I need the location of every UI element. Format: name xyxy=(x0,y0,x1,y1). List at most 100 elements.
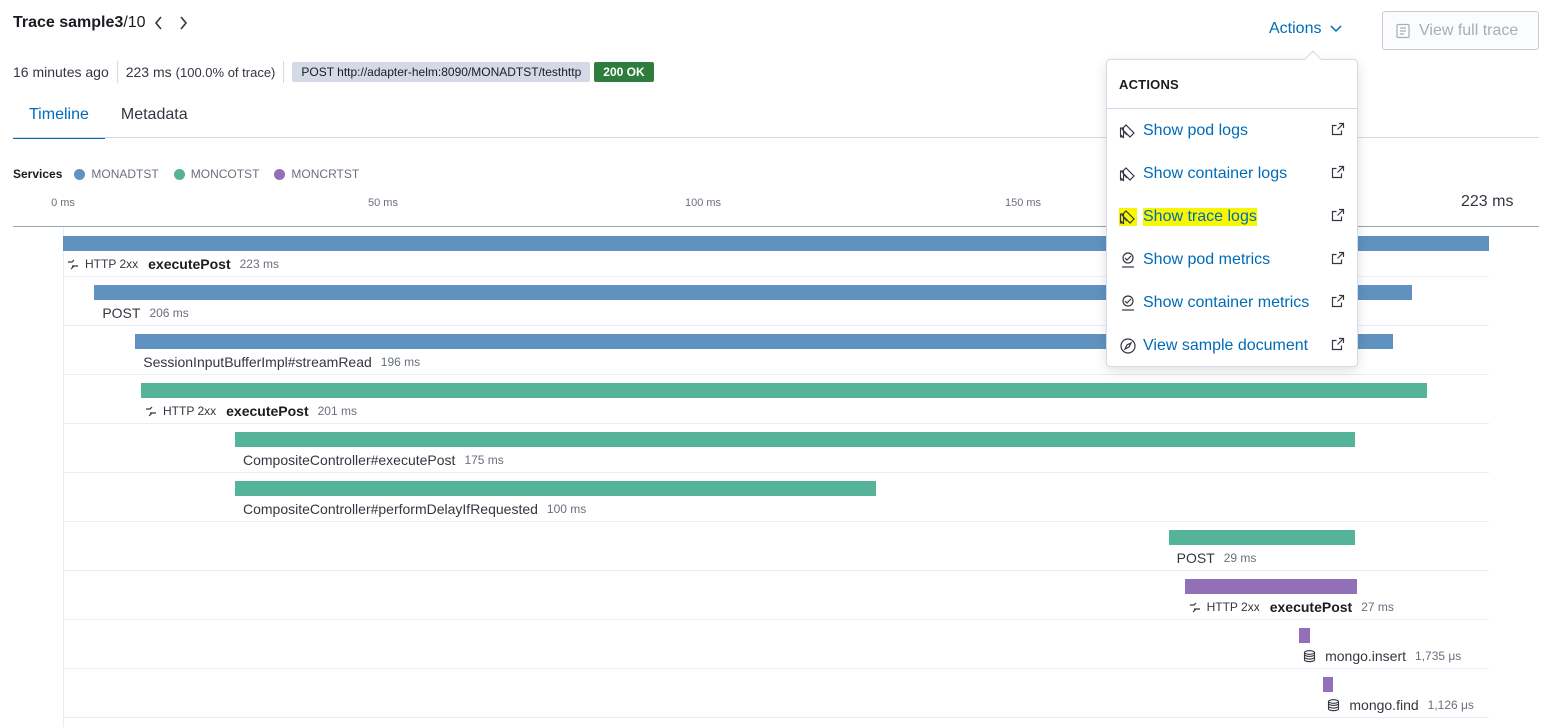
span-row[interactable]: mongo.find 1,126 μs xyxy=(63,669,1489,718)
external-link-icon xyxy=(1331,165,1345,184)
span-duration: 206 ms xyxy=(149,306,189,320)
span-name: CompositeController#performDelayIfReques… xyxy=(243,501,538,517)
span-bar[interactable] xyxy=(1184,579,1357,594)
span-duration: 1,735 μs xyxy=(1415,649,1462,663)
tab-bar: Timeline Metadata xyxy=(13,100,204,139)
database-icon xyxy=(1327,698,1340,712)
span-duration: 196 ms xyxy=(380,355,421,369)
span-name: CompositeController#executePost xyxy=(243,452,456,468)
http-status: HTTP 2xx xyxy=(163,404,217,418)
http-status: HTTP 2xx xyxy=(1206,600,1260,614)
url-badge: POST http://adapter-helm:8090/MONADTST/t… xyxy=(292,62,591,82)
trace-sample-title: Trace sample 3 /10 xyxy=(13,12,194,34)
span-duration: 1,126 μs xyxy=(1427,698,1474,712)
legend-dot xyxy=(173,168,185,180)
legend-item-moncotst: MONCOTST xyxy=(173,167,260,181)
external-link-icon xyxy=(1331,294,1345,313)
chevron-down-icon xyxy=(1330,25,1342,33)
span-bar[interactable] xyxy=(1168,530,1355,545)
chevron-left-icon xyxy=(154,16,162,30)
external-link-icon xyxy=(1331,122,1345,141)
span-bar[interactable] xyxy=(1323,677,1334,692)
menu-item-show-pod-metrics[interactable]: Show pod metrics xyxy=(1119,245,1347,275)
chevron-right-icon xyxy=(179,16,187,30)
next-sample-button[interactable] xyxy=(172,12,194,34)
exit-icon xyxy=(145,405,157,417)
metrics-icon xyxy=(1119,294,1137,312)
span-label: POST 206 ms xyxy=(102,305,188,321)
external-link-icon xyxy=(1331,337,1345,356)
legend-service-name: MONCRTST xyxy=(291,167,360,181)
external-link-icon xyxy=(1331,251,1345,270)
axis-max-label: 223 ms xyxy=(1461,193,1514,210)
menu-item-show-trace-logs[interactable]: Show trace logs xyxy=(1119,202,1347,232)
metrics-icon xyxy=(1119,251,1137,269)
view-full-trace-button[interactable]: View full trace xyxy=(1382,11,1539,50)
trace-duration: 223 ms xyxy=(125,64,172,80)
actions-menu-title: ACTIONS xyxy=(1107,60,1357,109)
legend-item-monadtst: MONADTST xyxy=(74,167,159,181)
menu-item-label: View sample document xyxy=(1143,337,1309,354)
span-label: CompositeController#executePost 175 ms xyxy=(243,452,504,468)
menu-item-label: Show container metrics xyxy=(1143,294,1310,311)
logs-icon xyxy=(1119,165,1137,183)
menu-item-label: Show pod logs xyxy=(1143,122,1248,139)
span-label: mongo.find 1,126 μs xyxy=(1325,697,1474,713)
span-duration: 223 ms xyxy=(239,257,279,271)
span-bar[interactable] xyxy=(141,383,1427,398)
menu-item-show-pod-logs[interactable]: Show pod logs xyxy=(1119,116,1347,146)
legend-item-moncrtst: MONCRTST xyxy=(274,167,359,181)
span-bar[interactable] xyxy=(235,481,876,496)
span-row[interactable]: CompositeController#executePost 175 ms xyxy=(63,424,1489,473)
span-name: SessionInputBufferImpl#streamRead xyxy=(143,354,372,370)
database-icon xyxy=(1303,649,1316,663)
span-name: POST xyxy=(1176,550,1215,566)
divider xyxy=(283,61,285,83)
actions-label: Actions xyxy=(1269,20,1322,37)
axis-tick: 150 ms xyxy=(1004,197,1042,209)
span-row[interactable]: mongo.insert 1,735 μs xyxy=(63,620,1489,669)
tab-metadata[interactable]: Metadata xyxy=(105,100,204,139)
exit-icon xyxy=(67,258,79,270)
actions-button[interactable]: Actions xyxy=(1269,20,1342,38)
title-prefix: Trace sample xyxy=(13,14,115,31)
exit-icon xyxy=(1189,601,1201,613)
span-label: CompositeController#performDelayIfReques… xyxy=(243,501,586,517)
span-row[interactable]: HTTP 2xx executePost 27 ms xyxy=(63,571,1489,620)
span-duration: 27 ms xyxy=(1361,600,1394,614)
span-name: executePost xyxy=(1269,599,1353,615)
document-icon xyxy=(1396,23,1410,38)
menu-item-view-sample-document[interactable]: View sample document xyxy=(1119,331,1347,361)
span-row[interactable]: POST 29 ms xyxy=(63,522,1489,571)
span-duration: 29 ms xyxy=(1223,551,1257,565)
span-duration: 175 ms xyxy=(464,453,504,467)
span-row[interactable]: HTTP 2xx executePost 201 ms xyxy=(63,375,1489,424)
tab-timeline[interactable]: Timeline xyxy=(13,100,105,139)
axis-tick: 0 ms xyxy=(51,197,75,209)
span-duration: 201 ms xyxy=(317,404,357,418)
http-status: HTTP 2xx xyxy=(85,257,139,271)
span-label: SessionInputBufferImpl#streamRead 196 ms xyxy=(143,354,420,370)
trace-summary: 16 minutes ago 223 ms (100.0% of trace) … xyxy=(13,61,654,83)
trace-duration-percent: (100.0% of trace) xyxy=(175,64,276,80)
span-name: executePost xyxy=(148,256,231,272)
axis-tick: 50 ms xyxy=(368,197,398,209)
logs-icon xyxy=(1119,122,1137,140)
menu-item-show-container-metrics[interactable]: Show container metrics xyxy=(1119,288,1347,318)
span-bar[interactable] xyxy=(1299,628,1311,643)
span-label: HTTP 2xx executePost 27 ms xyxy=(1187,599,1394,615)
view-full-trace-label: View full trace xyxy=(1419,21,1519,39)
previous-sample-button[interactable] xyxy=(148,12,170,34)
span-label: HTTP 2xx executePost 223 ms xyxy=(65,256,279,272)
span-name: executePost xyxy=(226,403,309,419)
span-label: POST 29 ms xyxy=(1177,550,1257,566)
legend-service-name: MONADTST xyxy=(91,167,159,181)
span-row[interactable]: CompositeController#performDelayIfReques… xyxy=(63,473,1489,522)
time-ago: 16 minutes ago xyxy=(13,64,109,80)
menu-item-label: Show pod metrics xyxy=(1143,251,1271,268)
menu-item-show-container-logs[interactable]: Show container logs xyxy=(1119,159,1347,189)
span-bar[interactable] xyxy=(235,432,1355,447)
span-name: POST xyxy=(102,305,141,321)
status-badge: 200 OK xyxy=(594,62,654,82)
legend-service-name: MONCOTST xyxy=(190,167,260,181)
